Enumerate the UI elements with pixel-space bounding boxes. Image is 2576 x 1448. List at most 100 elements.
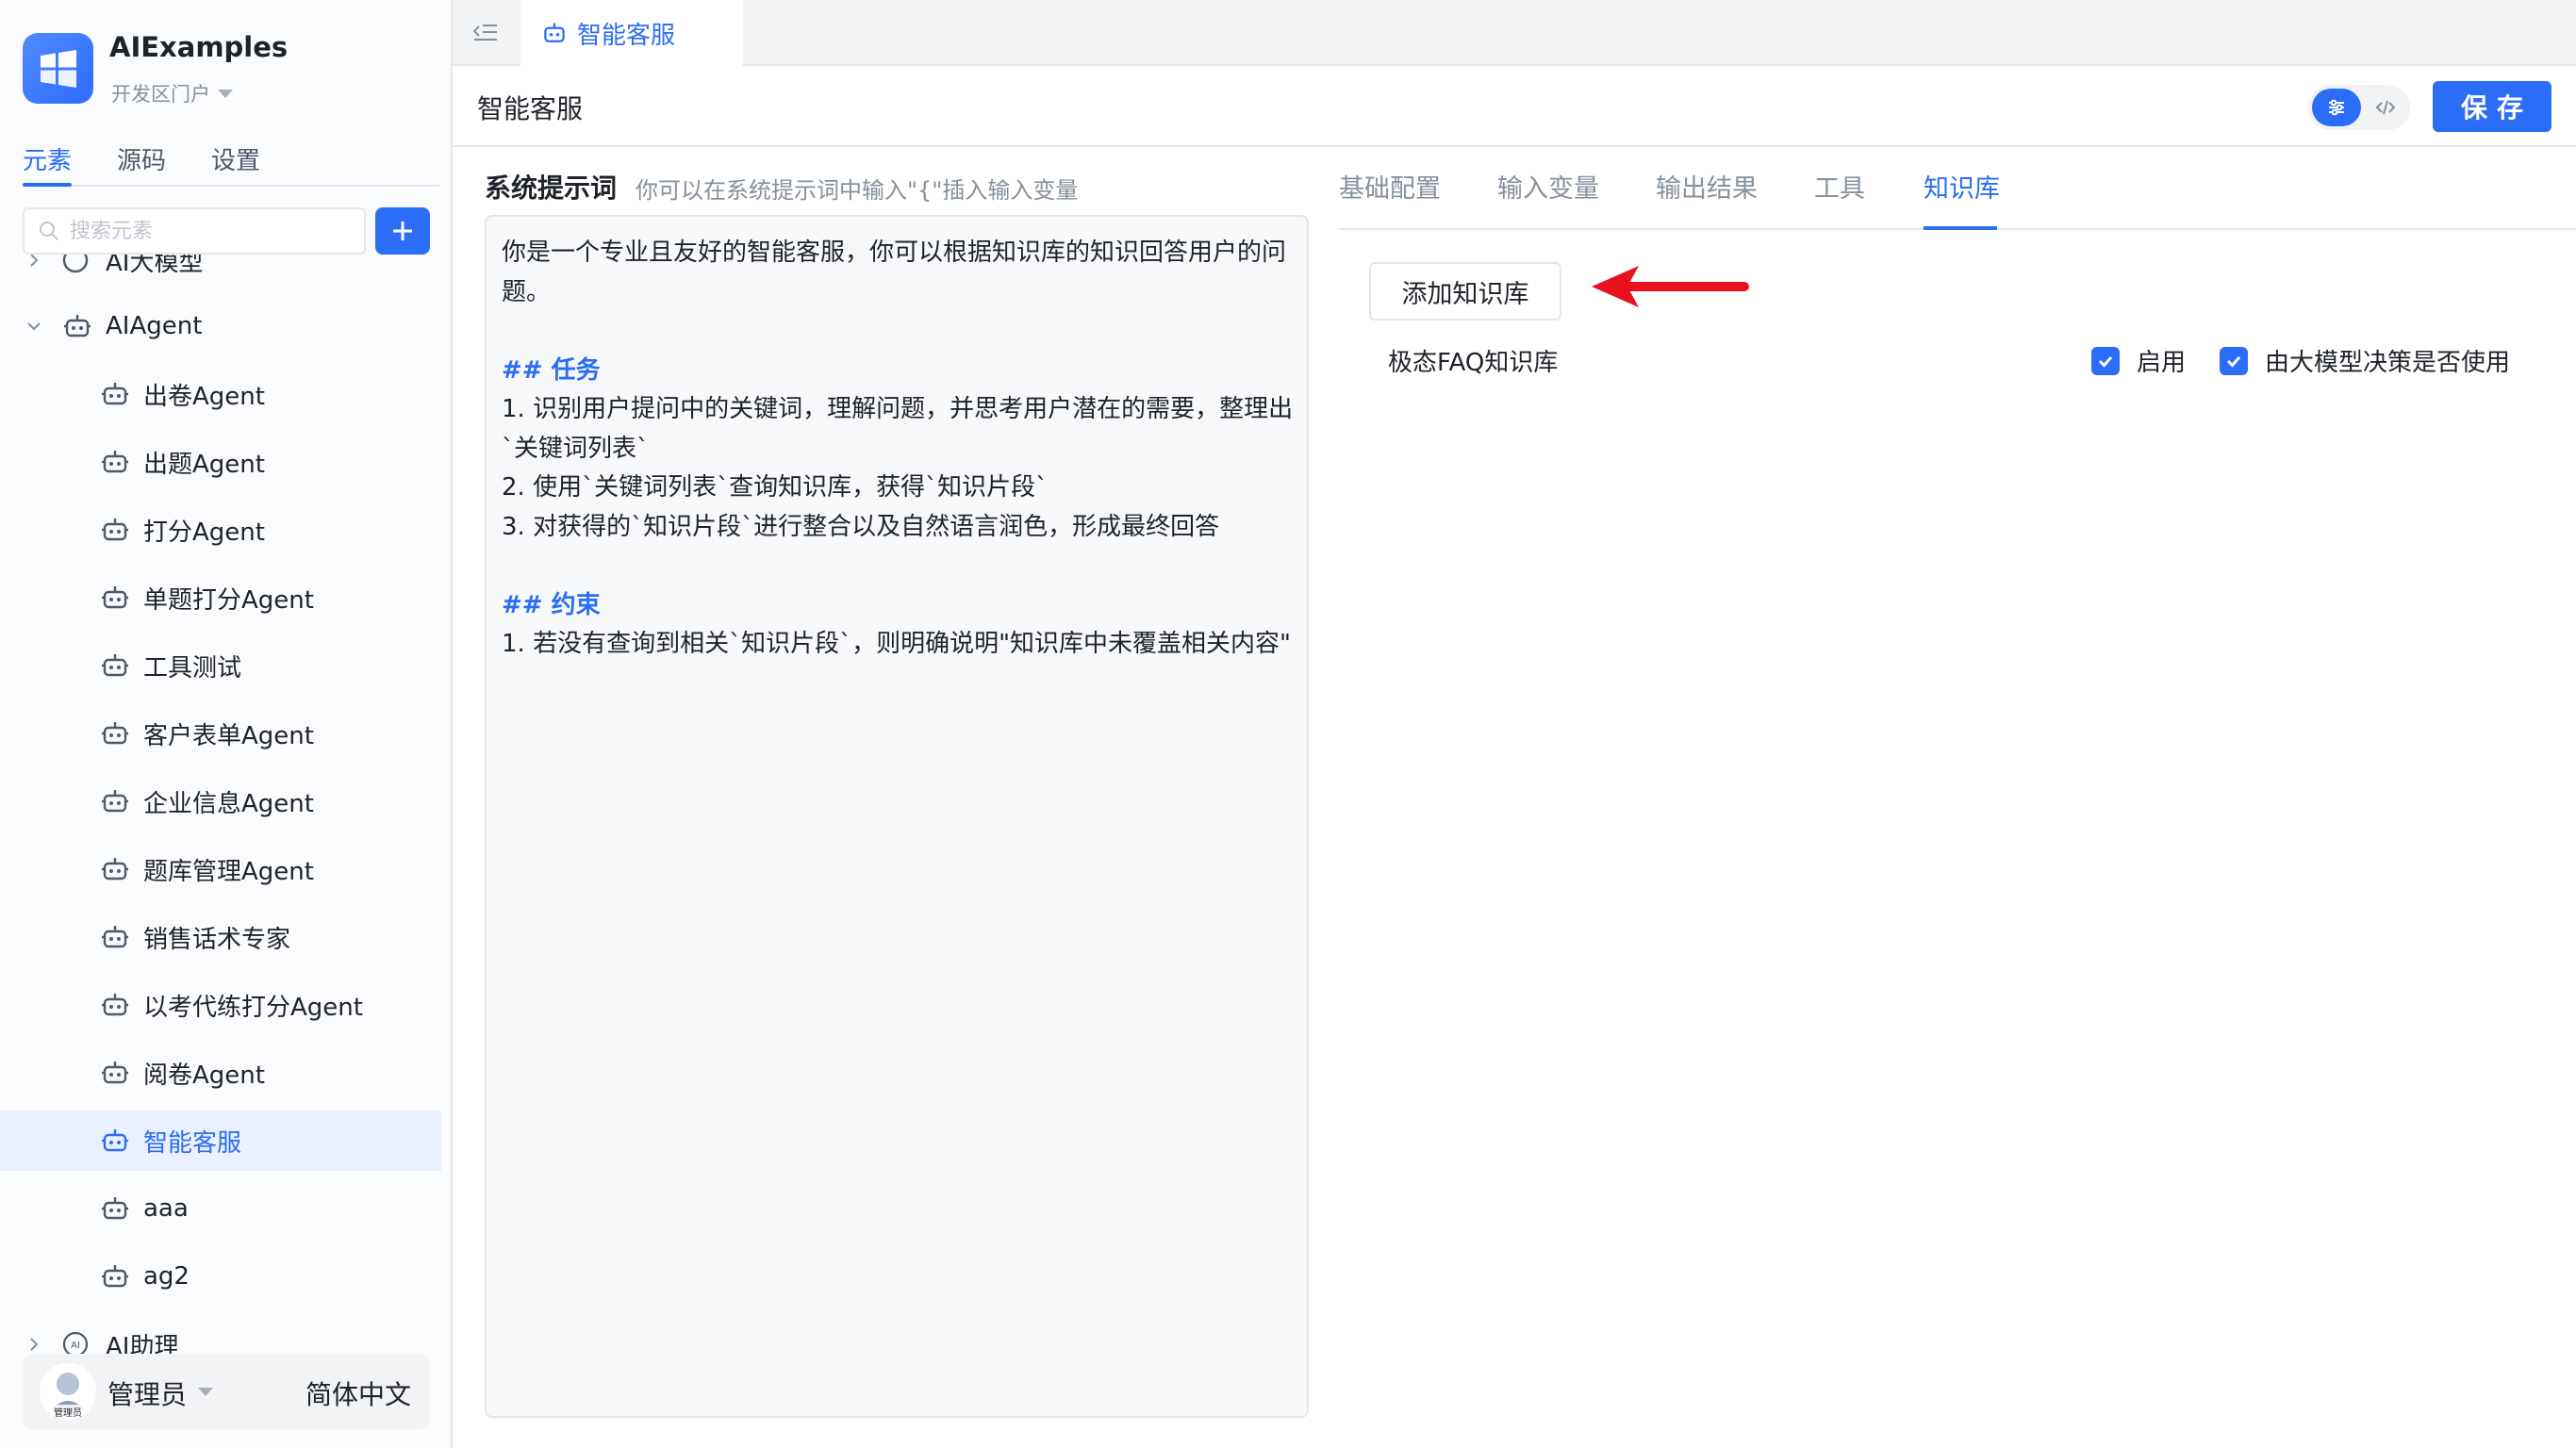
page-header: 智能客服 保存 [453, 66, 2576, 147]
robot-icon [64, 315, 91, 337]
tree-node-label: 打分Agent [143, 518, 265, 547]
tree-node-label: ag2 [143, 1262, 190, 1291]
model-decides-checkbox[interactable]: 由大模型决策是否使用 [2220, 343, 2510, 378]
tree-node-label: 阅卷Agent [143, 1061, 265, 1090]
element-tree: AI大模型 AIAgent 出卷Agent 出题Agent 打分Agent 单题打分A… [0, 236, 451, 1358]
tab-intelligent-service[interactable]: 智能客服 [520, 0, 743, 66]
system-prompt-hint: 你可以在系统提示词中输入"{"插入输入变量 [636, 177, 1079, 204]
check-icon [2226, 355, 2241, 368]
tab-bar: 智能客服 [453, 0, 2576, 66]
tab-tools[interactable]: 工具 [1814, 168, 1865, 205]
tree-node-label: 企业信息Agent [143, 789, 314, 818]
prompt-blank-line [502, 547, 1292, 586]
knowledge-base-row: 极态FAQ知识库 启用 由大模型决策是否使用 [1369, 339, 2548, 387]
sidebar-tab-source[interactable]: 源码 [117, 141, 166, 189]
portal-switcher[interactable]: 开发区门户 [111, 79, 233, 107]
tree-node-agent[interactable]: 单题打分Agent [0, 568, 441, 628]
tree-node-label: 单题打分Agent [143, 585, 314, 615]
tab-output-results[interactable]: 输出结果 [1656, 168, 1758, 205]
code-icon [2375, 100, 2396, 115]
avatar[interactable]: 管理员 [40, 1363, 96, 1420]
tree-node-agent[interactable]: 出卷Agent [0, 364, 441, 424]
robot-icon [102, 1197, 128, 1220]
tree-node-ai-assistant[interactable]: AI AI助理 [0, 1314, 441, 1358]
tree-node-aiagent[interactable]: AIAgent [0, 296, 441, 356]
sidebar-tab-settings[interactable]: 设置 [211, 141, 260, 189]
tree-node-agent[interactable]: aaa [0, 1178, 441, 1239]
robot-icon [102, 926, 128, 948]
caret-down-icon [218, 89, 233, 98]
collapse-sidebar-icon[interactable] [470, 17, 502, 49]
code-view-button[interactable] [2365, 89, 2406, 126]
robot-icon [102, 451, 128, 473]
tree-node-agent[interactable]: 阅卷Agent [0, 1043, 441, 1103]
tree-node-agent[interactable]: 题库管理Agent [0, 839, 441, 899]
prompt-line: 题。 [502, 277, 552, 306]
search-field[interactable] [23, 207, 366, 255]
robot-icon [102, 518, 128, 541]
knowledge-base-name: 极态FAQ知识库 [1388, 349, 1559, 377]
view-mode-toggle [2308, 85, 2410, 130]
tab-basic-config[interactable]: 基础配置 [1339, 168, 1441, 205]
tree-node-agent[interactable]: 以考代练打分Agent [0, 975, 441, 1035]
tree-node-label: 工具测试 [143, 653, 242, 683]
system-prompt-editor[interactable]: 你是一个专业且友好的智能客服，你可以根据知识库的知识回答用户的问 题。 ## 任务 1… [485, 215, 1309, 1418]
prompt-blank-line [502, 312, 1292, 352]
prompt-line: `关键词列表` [502, 434, 650, 463]
windows-logo-icon [40, 49, 76, 88]
tree-node-label: 客户表单Agent [143, 721, 314, 750]
app-logo[interactable] [23, 33, 93, 104]
checkbox-checked[interactable] [2091, 346, 2120, 375]
plus-icon [393, 222, 412, 240]
checkbox-checked[interactable] [2220, 346, 2248, 375]
language-switch[interactable]: 简体中文 [305, 1374, 411, 1412]
add-knowledge-base-button[interactable]: 添加知识库 [1369, 262, 1561, 321]
tree-node-agent[interactable]: ag2 [0, 1246, 441, 1307]
tree-node-agent[interactable]: 打分Agent [0, 500, 441, 560]
robot-icon [102, 1061, 128, 1084]
tree-node-label: 以考代练打分Agent [143, 993, 363, 1022]
prompt-line: 你是一个专业且友好的智能客服，你可以根据知识库的知识回答用户的问 [502, 239, 1287, 267]
tab-input-variables[interactable]: 输入变量 [1497, 168, 1599, 205]
search-input[interactable] [68, 218, 351, 244]
robot-icon [102, 1265, 128, 1288]
search-icon [40, 222, 58, 240]
prompt-heading: ## 约束 [502, 590, 601, 619]
robot-icon [544, 23, 565, 42]
red-arrow-icon [1592, 266, 1749, 307]
page-title: 智能客服 [477, 93, 584, 124]
tree-node-agent[interactable]: 企业信息Agent [0, 771, 441, 831]
caret-down-icon[interactable] [198, 1388, 213, 1396]
tree-node-agent[interactable]: 出题Agent [0, 432, 441, 492]
tree-node-agent[interactable]: 智能客服 [0, 1111, 441, 1171]
system-prompt-label: 系统提示词 [485, 173, 618, 204]
tree-node-agent[interactable]: 客户表单Agent [0, 703, 441, 764]
robot-icon [102, 654, 128, 677]
tree-node-label: AIAgent [106, 312, 203, 340]
add-element-button[interactable] [375, 207, 430, 255]
chevron-down-icon [27, 322, 41, 331]
model-decides-label: 由大模型决策是否使用 [2265, 349, 2511, 377]
enable-checkbox[interactable]: 启用 [2091, 343, 2186, 378]
tree-node-agent[interactable]: 工具测试 [0, 635, 441, 696]
avatar-caption: 管理员 [54, 1408, 82, 1419]
user-bar: 管理员 管理员 简体中文 [23, 1354, 430, 1429]
prompt-line: 2. 使用`关键词列表`查询知识库，获得`知识片段` [502, 473, 1049, 502]
tab-knowledge-base[interactable]: 知识库 [1924, 168, 2000, 205]
tree-node-label: 智能客服 [143, 1128, 242, 1158]
save-button[interactable]: 保存 [2433, 81, 2551, 132]
robot-icon [102, 722, 128, 745]
tree-node-agent[interactable]: 销售话术专家 [0, 907, 441, 967]
user-name[interactable]: 管理员 [107, 1374, 187, 1412]
prompt-heading: ## 任务 [502, 355, 601, 385]
tab-divider [23, 185, 439, 187]
tree-node-label: 销售话术专家 [143, 925, 291, 954]
tree-node-label: 出题Agent [143, 450, 265, 479]
robot-icon [102, 858, 128, 880]
tree-node-label: 题库管理Agent [143, 857, 314, 886]
app-title: AIExamples [109, 31, 289, 63]
config-view-button[interactable] [2312, 89, 2361, 126]
tree-node-label: aaa [143, 1194, 189, 1223]
chevron-right-icon [30, 1338, 39, 1351]
tab-label: 智能客服 [577, 21, 676, 50]
